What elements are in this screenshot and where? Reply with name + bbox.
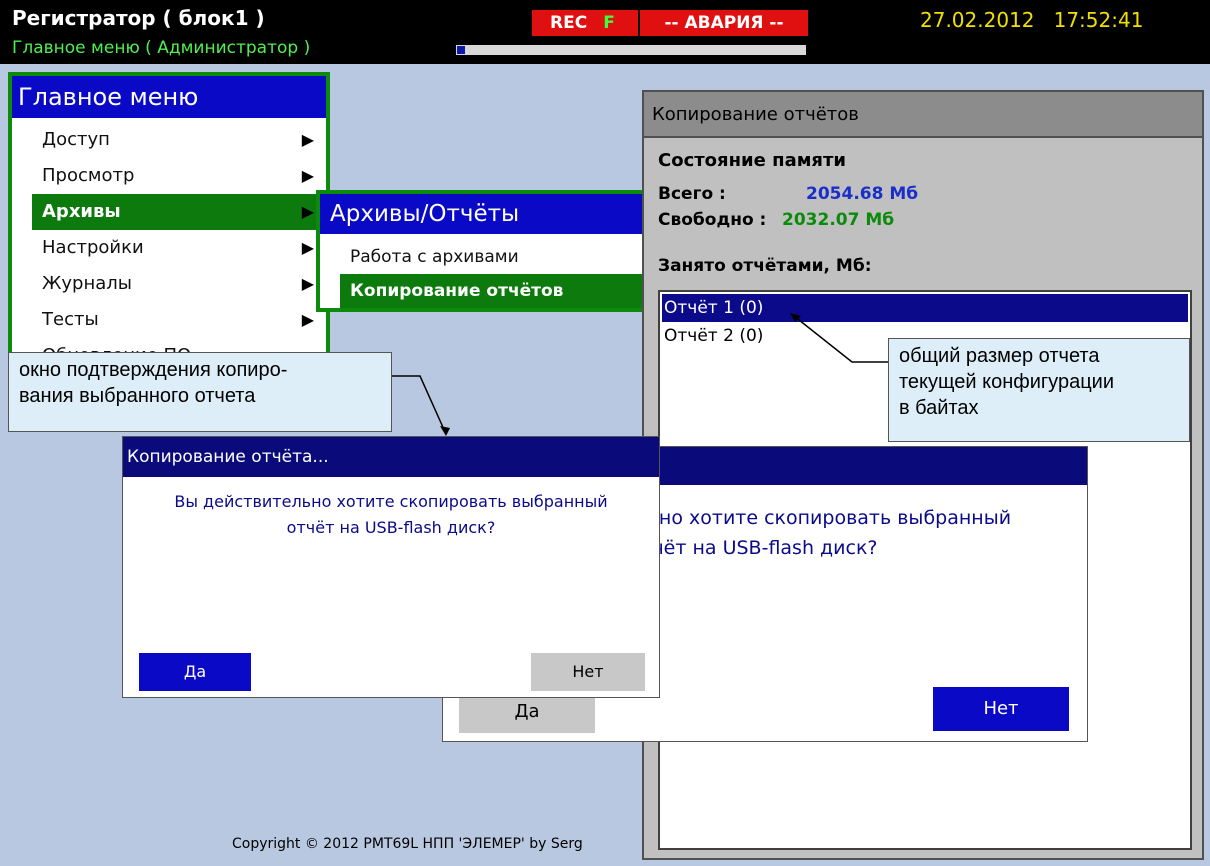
leader-line-right — [793, 315, 888, 363]
copyright: Copyright © 2012 PMT69L НПП 'ЭЛЕМЕР' by … — [232, 836, 583, 852]
callout-leaders — [392, 313, 888, 436]
arrowhead-icon — [440, 426, 450, 436]
leader-line-left — [392, 375, 447, 435]
